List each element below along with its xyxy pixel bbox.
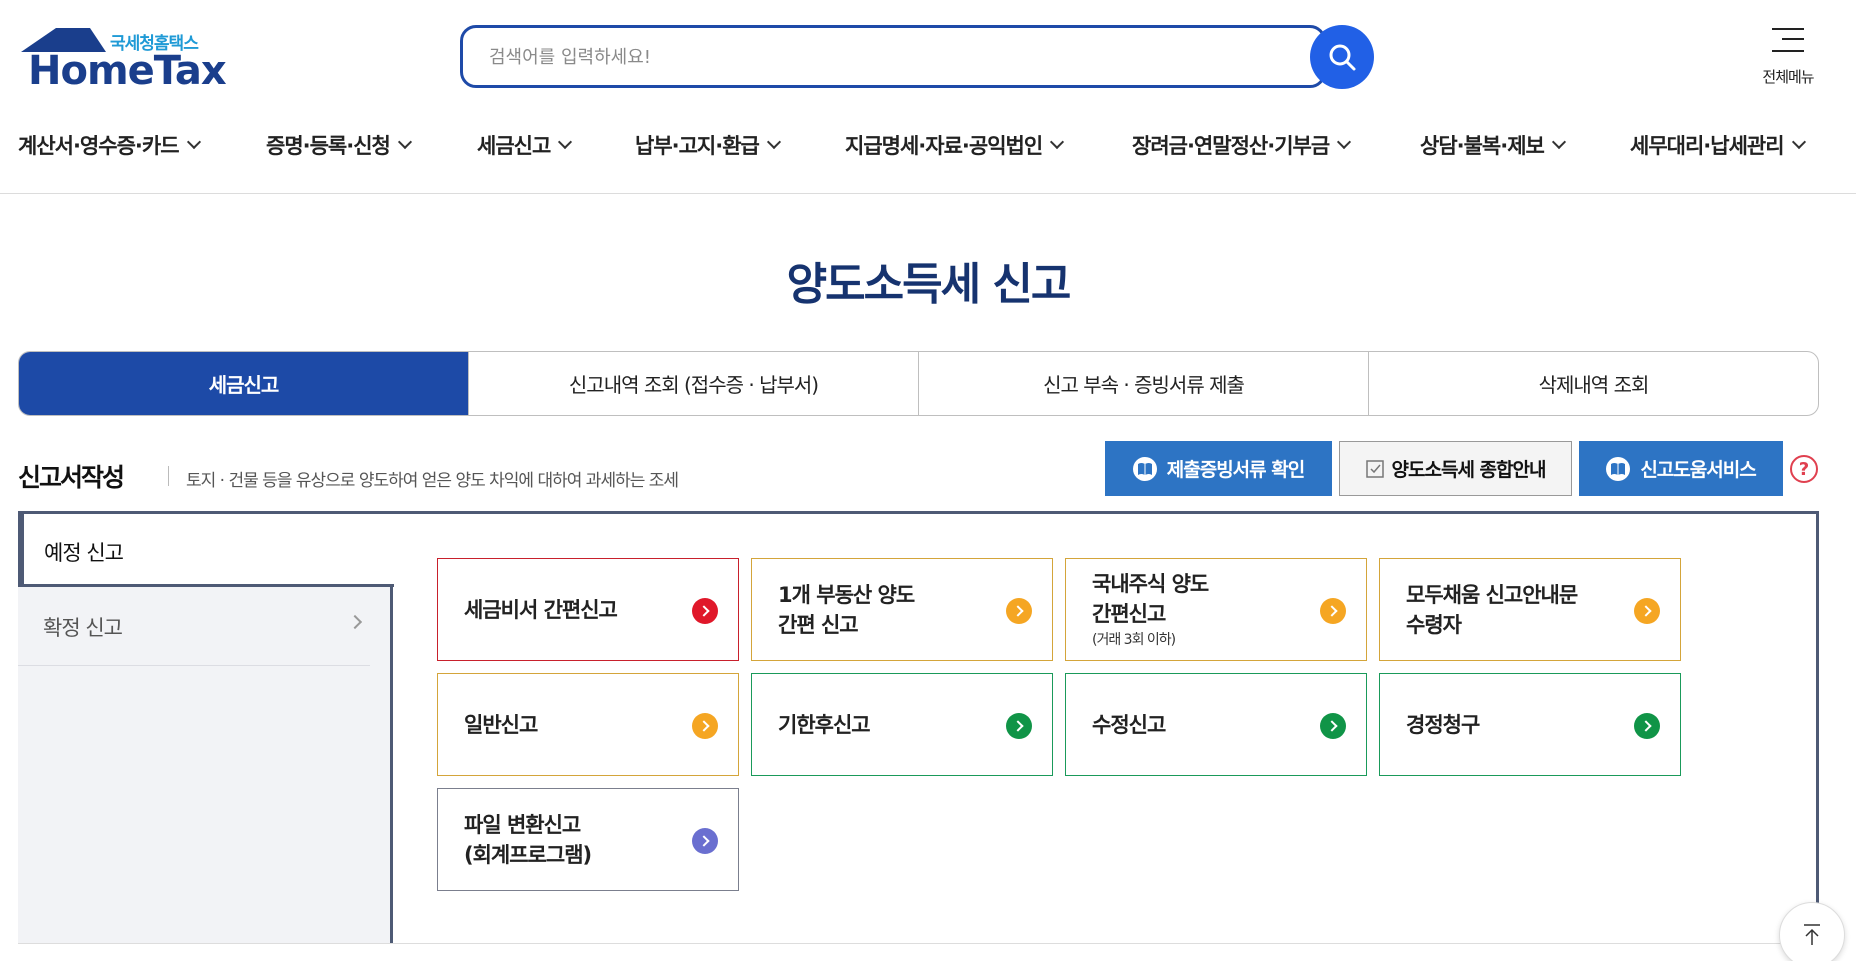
chevron-down-icon xyxy=(558,134,573,150)
evidence-check-label: 제출증빙서류 확인 xyxy=(1166,459,1305,481)
chevron-right-icon xyxy=(692,598,718,624)
card-label: 1개 부동산 양도 간편 신고 xyxy=(778,582,915,637)
report-help-service-button[interactable]: 신고도움서비스 xyxy=(1579,441,1783,496)
page-title: 양도소득세 신고 xyxy=(786,259,1072,310)
chevron-right-icon xyxy=(692,828,718,854)
chevron-down-icon xyxy=(397,134,412,150)
help-question-icon[interactable]: ? xyxy=(1790,455,1818,483)
scroll-top-button[interactable] xyxy=(1779,902,1845,961)
all-menu-label: 전체메뉴 xyxy=(1762,68,1814,86)
chevron-right-icon xyxy=(347,614,363,630)
panel-bottom-divider xyxy=(18,943,1819,944)
card-label: 세금비서 간편신고 xyxy=(464,597,618,622)
section-description: 토지 · 건물 등을 유상으로 양도하여 얻은 양도 차익에 대하여 과세하는 … xyxy=(186,471,679,491)
side-item-final-report[interactable]: 확정 신고 xyxy=(18,590,370,666)
gnb-item-label: 세무대리·납세관리 xyxy=(1630,134,1785,158)
book-icon xyxy=(1132,456,1157,481)
chevron-right-icon xyxy=(1320,713,1346,739)
tab-document-submit[interactable]: 신고 부속 · 증빙서류 제출 xyxy=(918,352,1368,415)
gnb-item-label: 계산서·영수증·카드 xyxy=(18,134,180,158)
gnb-item-label: 납부·고지·환급 xyxy=(635,134,760,158)
gnb-item-tax-agent[interactable]: 세무대리·납세관리 xyxy=(1630,130,1806,160)
card-prefilled-notice[interactable]: 모두채움 신고안내문 수령자 xyxy=(1379,558,1681,661)
chevron-right-icon xyxy=(1320,598,1346,624)
checkbox-icon xyxy=(1365,459,1384,478)
capital-gains-guide-label: 양도소득세 종합안내 xyxy=(1391,459,1547,481)
side-menu-border xyxy=(390,587,393,943)
chevron-right-icon xyxy=(1006,713,1032,739)
card-single-realestate[interactable]: 1개 부동산 양도 간편 신고 xyxy=(751,558,1053,661)
gnb-item-label: 장려금·연말정산·기부금 xyxy=(1132,134,1330,158)
search-button[interactable] xyxy=(1310,25,1374,89)
card-amended-report[interactable]: 수정신고 xyxy=(1065,673,1367,776)
search-input[interactable] xyxy=(489,42,1269,72)
gnb-item-label: 지급명세·자료·공익법인 xyxy=(845,134,1043,158)
card-label: 수정신고 xyxy=(1092,712,1166,737)
section-divider xyxy=(168,466,169,486)
hamburger-icon xyxy=(1772,26,1804,52)
gnb-item-statement[interactable]: 지급명세·자료·공익법인 xyxy=(845,130,1065,160)
card-general-report[interactable]: 일반신고 xyxy=(437,673,739,776)
capital-gains-guide-button[interactable]: 양도소득세 종합안내 xyxy=(1339,441,1572,496)
all-menu-button[interactable]: 전체메뉴 xyxy=(1752,26,1824,90)
side-item-label: 확정 신고 xyxy=(43,616,123,640)
gnb-item-label: 증명·등록·신청 xyxy=(266,134,391,158)
chevron-down-icon xyxy=(766,134,781,150)
hometax-logo[interactable]: 국세청홈택스 HomeTax xyxy=(18,26,227,94)
gnb-item-label: 상담·불복·제보 xyxy=(1420,134,1545,158)
search-icon xyxy=(1329,44,1356,71)
chevron-down-icon xyxy=(1337,134,1352,150)
card-label: 파일 변환신고 (회계프로그램) xyxy=(464,812,592,867)
chevron-down-icon xyxy=(186,134,201,150)
global-navigation: 계산서·영수증·카드 증명·등록·신청 세금신고 납부·고지·환급 지급명세·자… xyxy=(0,120,1856,194)
section-title: 신고서작성 xyxy=(18,463,125,492)
chevron-right-icon xyxy=(692,713,718,739)
gnb-item-certificate[interactable]: 증명·등록·신청 xyxy=(266,130,412,160)
chevron-right-icon xyxy=(1634,598,1660,624)
card-sublabel: (거래 3회 이하) xyxy=(1092,631,1176,648)
card-easy-assistant[interactable]: 세금비서 간편신고 xyxy=(437,558,739,661)
tab-report-history[interactable]: 신고내역 조회 (접수증 · 납부서) xyxy=(468,352,918,415)
gnb-item-payment[interactable]: 납부·고지·환급 xyxy=(635,130,781,160)
gnb-item-incentive[interactable]: 장려금·연말정산·기부금 xyxy=(1132,130,1352,160)
gnb-item-consult[interactable]: 상담·불복·제보 xyxy=(1420,130,1566,160)
logo-english-text: HomeTax xyxy=(28,48,227,94)
card-file-conversion[interactable]: 파일 변환신고 (회계프로그램) xyxy=(437,788,739,891)
arrow-up-icon xyxy=(1804,924,1820,945)
card-label: 일반신고 xyxy=(464,712,538,737)
report-tabs: 세금신고 신고내역 조회 (접수증 · 납부서) 신고 부속 · 증빙서류 제출… xyxy=(18,351,1819,416)
book-icon xyxy=(1606,456,1631,481)
chevron-down-icon xyxy=(1791,134,1806,150)
card-label: 경정청구 xyxy=(1406,712,1480,737)
card-late-report[interactable]: 기한후신고 xyxy=(751,673,1053,776)
side-item-scheduled-report[interactable]: 예정 신고 xyxy=(18,511,394,587)
report-help-service-label: 신고도움서비스 xyxy=(1640,459,1756,481)
gnb-item-label: 세금신고 xyxy=(477,134,551,158)
gnb-item-invoice[interactable]: 계산서·영수증·카드 xyxy=(18,130,201,160)
card-label: 기한후신고 xyxy=(778,712,871,737)
tab-tax-report[interactable]: 세금신고 xyxy=(19,352,468,415)
tab-deleted-history[interactable]: 삭제내역 조회 xyxy=(1368,352,1818,415)
chevron-right-icon xyxy=(1006,598,1032,624)
card-label: 모두채움 신고안내문 수령자 xyxy=(1406,582,1578,637)
gnb-item-tax-report[interactable]: 세금신고 xyxy=(477,130,573,160)
evidence-check-button[interactable]: 제출증빙서류 확인 xyxy=(1105,441,1332,496)
search-box xyxy=(460,25,1326,88)
chevron-right-icon xyxy=(1634,713,1660,739)
chevron-down-icon xyxy=(1551,134,1566,150)
card-domestic-stock[interactable]: 국내주식 양도 간편신고 (거래 3회 이하) xyxy=(1065,558,1367,661)
chevron-down-icon xyxy=(1050,134,1065,150)
card-label: 국내주식 양도 간편신고 xyxy=(1092,571,1209,626)
card-refund-claim[interactable]: 경정청구 xyxy=(1379,673,1681,776)
